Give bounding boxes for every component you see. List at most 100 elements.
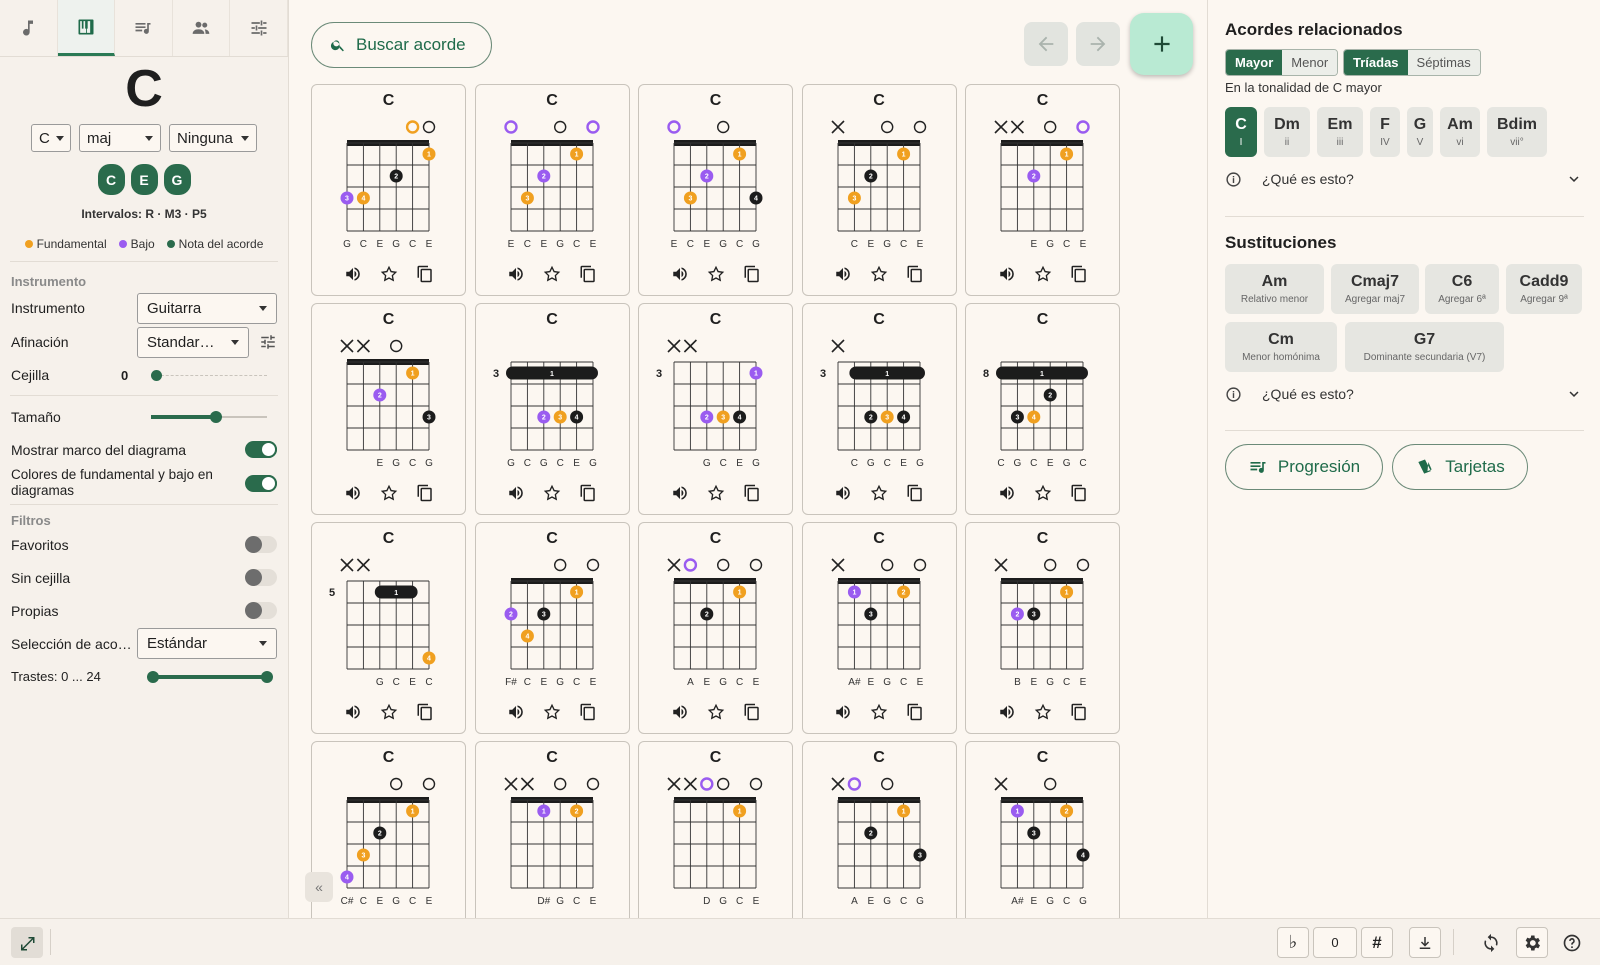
speaker-icon[interactable] <box>998 703 1016 721</box>
star-icon[interactable] <box>380 484 398 502</box>
related-chord-tile[interactable]: Bdim vii° <box>1487 107 1547 157</box>
copy-icon[interactable] <box>906 484 924 502</box>
chord-card[interactable]: C81234CGCEGC <box>965 303 1120 515</box>
chord-card[interactable]: C1234ECEGCG <box>638 84 793 296</box>
chord-card[interactable]: C 1 2 3 4 C# C E G C E <box>311 741 466 918</box>
tab-piano[interactable] <box>57 0 116 56</box>
chord-card[interactable]: C 1 2 3 4 A# E G C G <box>965 741 1120 918</box>
substitution-tile[interactable]: G7 Dominante secundaria (V7) <box>1345 322 1504 372</box>
substitution-tile[interactable]: Cadd9 Agregar 9ª <box>1506 264 1582 314</box>
speaker-icon[interactable] <box>834 484 852 502</box>
star-icon[interactable] <box>543 484 561 502</box>
speaker-icon[interactable] <box>344 703 362 721</box>
add-chord-button[interactable] <box>1130 13 1193 75</box>
type-triads[interactable]: Tríadas <box>1344 50 1408 75</box>
related-chord-tile[interactable]: Am vi <box>1440 107 1480 157</box>
related-chord-tile[interactable]: CI <box>1225 107 1257 157</box>
copy-icon[interactable] <box>743 703 761 721</box>
star-icon[interactable] <box>870 265 888 283</box>
speaker-icon[interactable] <box>834 265 852 283</box>
chord-card[interactable]: C12EGCE <box>965 84 1120 296</box>
related-chord-tile[interactable]: Em iii <box>1317 107 1363 157</box>
substitution-tile[interactable]: Am Relativo menor <box>1225 264 1324 314</box>
chord-card[interactable]: C1243GCEGCE <box>311 84 466 296</box>
speaker-icon[interactable] <box>671 703 689 721</box>
mode-minor[interactable]: Menor <box>1282 50 1338 75</box>
sharp-button[interactable]: # <box>1361 927 1393 958</box>
settings-button[interactable] <box>1516 927 1548 958</box>
size-slider[interactable] <box>151 410 267 423</box>
frame-toggle[interactable] <box>245 441 277 459</box>
speaker-icon[interactable] <box>671 265 689 283</box>
speaker-icon[interactable] <box>507 703 525 721</box>
tune-icon[interactable] <box>259 333 277 351</box>
copy-icon[interactable] <box>1070 703 1088 721</box>
speaker-icon[interactable] <box>834 703 852 721</box>
copy-icon[interactable] <box>416 703 434 721</box>
copy-icon[interactable] <box>579 703 597 721</box>
chord-card[interactable]: C 1 2 D# G C E <box>474 741 630 918</box>
copy-icon[interactable] <box>743 265 761 283</box>
forward-button[interactable] <box>1076 22 1120 66</box>
related-chord-tile[interactable]: GV <box>1407 107 1433 157</box>
note-chip[interactable]: C <box>97 164 125 196</box>
speaker-icon[interactable] <box>998 265 1016 283</box>
note-chip[interactable]: E <box>130 164 158 196</box>
copy-icon[interactable] <box>416 265 434 283</box>
search-chord-button[interactable]: Buscar acorde <box>311 22 492 68</box>
speaker-icon[interactable] <box>998 484 1016 502</box>
tab-settings[interactable] <box>230 0 288 56</box>
star-icon[interactable] <box>543 703 561 721</box>
chord-card[interactable]: C31234GCGCEG <box>474 303 630 515</box>
copy-icon[interactable] <box>416 484 434 502</box>
copy-icon[interactable] <box>743 484 761 502</box>
star-icon[interactable] <box>707 484 725 502</box>
subs-help-row[interactable]: ¿Qué es esto? <box>1225 385 1583 403</box>
chord-card[interactable]: C 1 2 3 A# E G C E <box>801 522 957 734</box>
speaker-icon[interactable] <box>344 484 362 502</box>
type-sevenths[interactable]: Séptimas <box>1407 50 1480 75</box>
speaker-icon[interactable] <box>671 484 689 502</box>
related-chord-tile[interactable]: F IV <box>1370 107 1400 157</box>
capo-slider[interactable] <box>151 369 267 381</box>
chord-card[interactable]: C123ECEGCE <box>474 84 630 296</box>
refresh-button[interactable] <box>1475 927 1507 958</box>
chord-card[interactable]: C12AEGCE <box>638 522 793 734</box>
instrument-select[interactable]: Guitarra <box>137 292 277 324</box>
fullscreen-button[interactable] <box>11 927 43 958</box>
tab-playlist[interactable] <box>115 0 173 56</box>
related-chord-tile[interactable]: Dm ii <box>1264 107 1310 157</box>
mode-major[interactable]: Mayor <box>1226 50 1283 75</box>
star-icon[interactable] <box>870 484 888 502</box>
star-icon[interactable] <box>380 703 398 721</box>
cards-button[interactable]: Tarjetas <box>1392 444 1528 490</box>
related-help-row[interactable]: ¿Qué es esto? <box>1225 170 1583 188</box>
frets-slider-thumb-min[interactable] <box>147 670 159 683</box>
star-icon[interactable] <box>707 265 725 283</box>
back-button[interactable] <box>1024 22 1068 66</box>
tab-people[interactable] <box>173 0 231 56</box>
frets-range-slider[interactable] <box>147 670 273 683</box>
copy-icon[interactable] <box>1070 484 1088 502</box>
chord-card[interactable]: C123EGCG <box>311 303 466 515</box>
star-icon[interactable] <box>1034 703 1052 721</box>
chord-card[interactable]: C1DGCE <box>638 741 793 918</box>
substitution-tile[interactable]: Cmaj7 Agregar maj7 <box>1331 264 1419 314</box>
tuning-select[interactable]: Standar… <box>137 326 249 358</box>
flat-button[interactable]: ♭ <box>1277 927 1309 958</box>
speaker-icon[interactable] <box>507 265 525 283</box>
collapse-panel-button[interactable]: « <box>305 872 333 902</box>
progression-button[interactable]: Progresión <box>1225 444 1383 490</box>
copy-icon[interactable] <box>906 265 924 283</box>
star-icon[interactable] <box>1034 484 1052 502</box>
download-button[interactable] <box>1409 927 1441 958</box>
star-icon[interactable] <box>543 265 561 283</box>
root-select[interactable]: C <box>31 124 71 153</box>
own-toggle[interactable] <box>245 602 277 620</box>
favorites-toggle[interactable] <box>245 536 277 554</box>
colors-toggle[interactable] <box>245 474 277 492</box>
star-icon[interactable] <box>1034 265 1052 283</box>
copy-icon[interactable] <box>1070 265 1088 283</box>
note-chip[interactable]: G <box>163 164 191 196</box>
copy-icon[interactable] <box>579 265 597 283</box>
